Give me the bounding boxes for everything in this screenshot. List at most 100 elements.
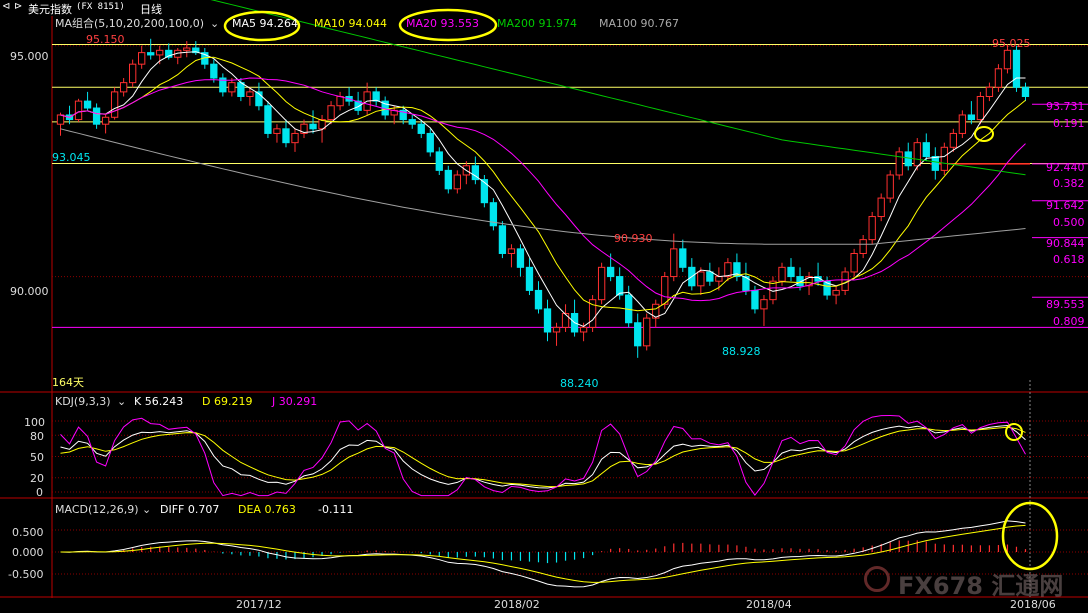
- annotation-circle-cross: [974, 126, 994, 142]
- candle-body: [210, 63, 218, 79]
- macd-value-label: -0.111: [318, 503, 354, 516]
- candle-body: [147, 52, 155, 56]
- candle-body: [561, 313, 570, 328]
- kdj-tick-20: 20: [30, 472, 44, 485]
- chevron-down-icon[interactable]: ⌄: [117, 396, 126, 408]
- candle-body: [697, 271, 705, 287]
- candle-body: [778, 266, 786, 282]
- candle-body: [949, 132, 957, 148]
- candle-body: [1003, 49, 1012, 70]
- candle-body: [291, 132, 299, 144]
- candle-body: [850, 252, 858, 273]
- fib-ratio-1: 0.382: [1053, 177, 1085, 190]
- kdj-d-label: D 69.219: [202, 395, 253, 408]
- candle-body: [336, 95, 344, 107]
- candle-body: [670, 248, 678, 278]
- annot-high-right: 95.025: [992, 37, 1031, 50]
- candle-body: [309, 123, 317, 130]
- kdj-j-label: J 30.291: [272, 395, 318, 408]
- fib-price-4: 89.553: [1046, 298, 1085, 311]
- date-tick-0: 2017/12: [236, 598, 282, 611]
- fib-ratio-4: 0.809: [1053, 315, 1085, 328]
- annot-low-mid2: 88.928: [722, 345, 761, 358]
- candle-body: [246, 91, 254, 97]
- candle-body: [859, 239, 867, 254]
- annot-low-left: 93.045: [52, 151, 91, 164]
- fib-price-3: 90.844: [1046, 237, 1085, 250]
- candle-body: [543, 308, 552, 333]
- candle-body: [129, 63, 137, 84]
- candle-body: [534, 289, 543, 310]
- candle-body: [715, 276, 723, 282]
- kdj-tick-100: 100: [24, 416, 45, 429]
- candle-body: [92, 107, 101, 125]
- annot-high-left: 95.150: [86, 33, 125, 46]
- candle-body: [426, 132, 434, 153]
- candle-body: [760, 299, 768, 310]
- candle-body: [264, 105, 272, 134]
- candle-body: [922, 142, 930, 158]
- fib-ratio-3: 0.618: [1053, 253, 1085, 266]
- ma200-label: MA200 91.974: [497, 17, 577, 30]
- ma5-line: [60, 51, 1026, 327]
- candle-body: [877, 197, 885, 218]
- ma10-label: MA10 94.044: [314, 17, 387, 30]
- candle-body: [228, 82, 236, 93]
- ma-header[interactable]: MA组合(5,10,20,200,100,0): [55, 18, 204, 30]
- macd-header[interactable]: MACD(12,26,9): [55, 504, 139, 516]
- kdj-tick-0: 0: [36, 486, 43, 499]
- candle-body: [237, 82, 245, 97]
- date-tick-1: 2018/02: [494, 598, 540, 611]
- candle-body: [480, 179, 489, 204]
- candle-body: [525, 266, 534, 291]
- fx678-logo-icon: [864, 566, 890, 592]
- kdj-tick-80: 80: [30, 430, 44, 443]
- macd-tick-neg0.5: -0.500: [8, 568, 44, 581]
- fib-price-2: 91.642: [1046, 199, 1085, 212]
- chart-canvas: [0, 0, 1088, 598]
- macd-tick-0: 0.000: [12, 546, 44, 559]
- candle-body: [327, 105, 335, 121]
- ma20-line: [60, 77, 1026, 302]
- candle-body: [1012, 49, 1021, 88]
- price-tick-95: 95.000: [10, 50, 49, 63]
- candle-body: [444, 169, 452, 190]
- watermark: FX678 汇通网: [898, 572, 1064, 600]
- annot-low-mid1: 88.240: [560, 377, 599, 390]
- candle-body: [156, 49, 164, 56]
- candle-body: [597, 266, 606, 301]
- candle-body: [110, 91, 119, 118]
- candle-body: [751, 289, 759, 310]
- candle-body: [417, 123, 425, 134]
- candle-body: [273, 128, 281, 134]
- candle-body: [408, 119, 416, 125]
- fib-ratio-0: 0.191: [1053, 117, 1085, 130]
- candle-body: [74, 100, 83, 121]
- fib-price-1: 92.440: [1046, 161, 1085, 174]
- fib-price-0: 93.731: [1046, 100, 1085, 113]
- kdj-j-line: [60, 414, 1026, 497]
- candle-body: [661, 276, 669, 305]
- candle-body: [507, 248, 516, 254]
- kdj-tick-50: 50: [30, 451, 44, 464]
- price-tick-90: 90.000: [10, 285, 49, 298]
- kdj-header[interactable]: KDJ(9,3,3): [55, 396, 111, 408]
- ma20-label: MA20 93.553: [406, 17, 479, 30]
- chevron-down-icon[interactable]: ⌄: [210, 18, 219, 30]
- candle-body: [634, 322, 642, 347]
- candle-body: [724, 262, 732, 278]
- ma5-label: MA5 94.264: [232, 17, 298, 30]
- candle-body: [101, 116, 110, 125]
- candle-body: [679, 248, 687, 268]
- candle-body: [1021, 86, 1030, 97]
- candle-body: [913, 142, 921, 167]
- ma100-label: MA100 90.767: [599, 17, 679, 30]
- candle-body: [183, 47, 191, 51]
- candle-body: [994, 68, 1003, 88]
- candle-body: [985, 86, 994, 97]
- candle-body: [579, 326, 588, 333]
- candle-body: [606, 266, 615, 278]
- chevron-down-icon[interactable]: ⌄: [142, 504, 151, 516]
- candle-body: [282, 128, 290, 144]
- candle-body: [931, 156, 939, 171]
